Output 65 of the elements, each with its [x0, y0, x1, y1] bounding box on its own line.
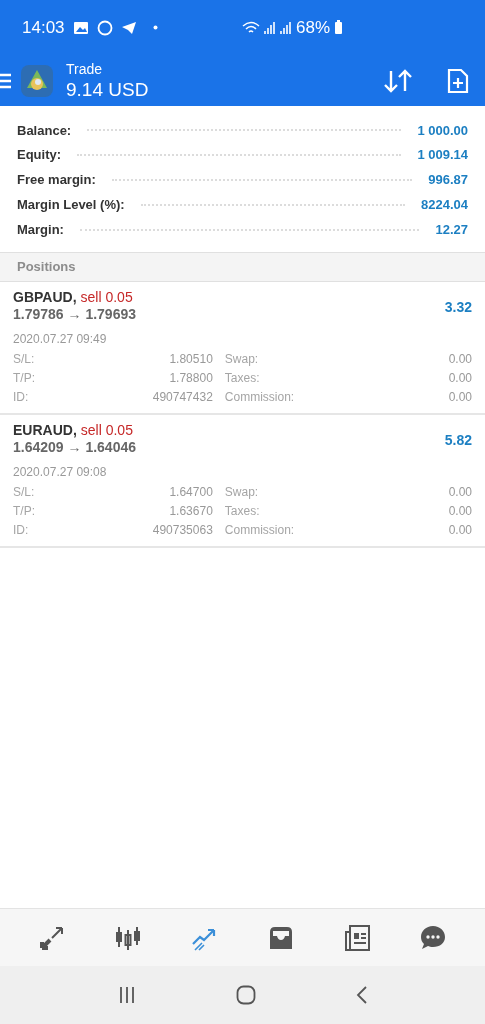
detail-value: 490747432 — [151, 389, 213, 406]
home-icon[interactable] — [235, 985, 256, 1005]
detail-value: 0.00 — [447, 484, 472, 501]
detail-value: 0.00 — [447, 351, 472, 368]
wifi-icon — [241, 20, 260, 35]
detail-label: S/L: — [13, 351, 35, 368]
detail-label: Commission: — [224, 389, 295, 406]
summary-label: Margin: — [17, 220, 64, 239]
open-time: 2020.07.27 09:08 — [13, 464, 108, 480]
app-logo-icon — [20, 63, 54, 98]
summary-value: 1 000.00 — [417, 121, 468, 140]
account-profit: 9.14 USD — [66, 77, 149, 102]
signal-icon — [279, 20, 292, 35]
detail-label: Swap: — [224, 484, 260, 501]
menu-icon[interactable] — [0, 71, 12, 90]
detail-label: Taxes: — [224, 370, 261, 387]
screen-title: Trade — [66, 59, 104, 78]
detail-label: ID: — [13, 522, 30, 539]
summary-value: 1 009.14 — [417, 146, 468, 165]
battery-percent: 68% — [295, 16, 330, 39]
order-type: sell 0.05 — [80, 422, 133, 439]
detail-value: 0.00 — [447, 503, 472, 520]
summary-value: 996.87 — [428, 171, 468, 190]
open-time: 2020.07.27 09:49 — [13, 331, 108, 347]
summary-label: Free margin: — [17, 171, 96, 190]
detail-label: T/P: — [13, 503, 35, 520]
position-profit: 5.82 — [444, 431, 472, 450]
detail-value: 1.78800 — [168, 370, 213, 387]
signal-icon — [263, 20, 276, 35]
status-time: 14:03 — [22, 16, 65, 39]
detail-label: S/L: — [13, 484, 35, 501]
summary-label: Balance: — [17, 121, 72, 140]
summary-label: Equity: — [17, 146, 62, 165]
new-order-icon[interactable] — [447, 67, 469, 94]
detail-value: 1.63670 — [168, 503, 213, 520]
summary-label: Margin Level (%): — [17, 196, 125, 215]
summary-value: 12.27 — [435, 220, 468, 239]
detail-label: Taxes: — [224, 503, 261, 520]
position-profit: 3.32 — [444, 298, 472, 317]
detail-label: T/P: — [13, 370, 35, 387]
position-symbol: GBPAUD, — [13, 289, 77, 306]
detail-label: ID: — [13, 389, 30, 406]
newspaper-icon[interactable] — [342, 923, 371, 952]
detail-value: 1.80510 — [168, 351, 213, 368]
order-type: sell 0.05 — [80, 289, 133, 306]
detail-value: 490735063 — [151, 522, 213, 539]
summary-value: 8224.04 — [421, 196, 468, 215]
detail-value: 0.00 — [447, 370, 472, 387]
send-icon — [120, 20, 137, 35]
position-symbol: EURAUD, — [13, 422, 77, 439]
chat-icon[interactable] — [418, 923, 447, 952]
dot-icon — [152, 25, 158, 30]
gallery-icon — [72, 20, 89, 35]
detail-value: 0.00 — [447, 522, 472, 539]
price-change: 1.79786 → 1.79693 — [13, 306, 137, 323]
price-change: 1.64209 → 1.64046 — [13, 439, 137, 456]
detail-label: Swap: — [224, 351, 260, 368]
section-title: Positions — [17, 258, 76, 277]
detail-value: 0.00 — [447, 389, 472, 406]
sort-icon[interactable] — [383, 68, 413, 93]
back-icon[interactable] — [355, 985, 368, 1005]
detail-value: 1.64700 — [168, 484, 213, 501]
recents-icon[interactable] — [117, 986, 136, 1004]
battery-icon — [334, 20, 343, 35]
detail-label: Commission: — [224, 522, 295, 539]
